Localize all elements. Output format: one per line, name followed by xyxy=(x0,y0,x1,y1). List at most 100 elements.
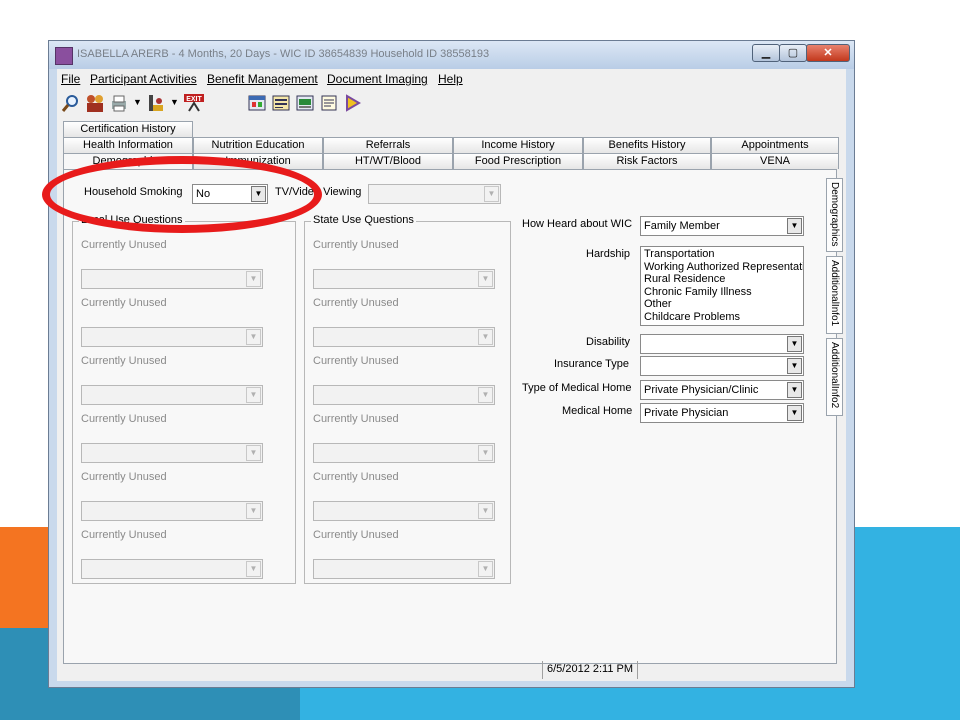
arrow-icon[interactable] xyxy=(343,93,363,113)
tab-appointments[interactable]: Appointments xyxy=(711,137,839,153)
chevron-down-icon[interactable]: ▼ xyxy=(246,329,261,345)
chevron-down-icon[interactable]: ▼ xyxy=(246,503,261,519)
scale-icon[interactable] xyxy=(145,93,165,113)
household-smoking-select[interactable]: No ▼ xyxy=(192,184,268,204)
medical-home-select[interactable]: Private Physician ▼ xyxy=(640,403,804,423)
hardship-option[interactable]: Transportation xyxy=(644,248,800,261)
status-bar: 6/5/2012 2:11 PM xyxy=(57,661,846,679)
tab-benefits-history[interactable]: Benefits History xyxy=(583,137,711,153)
exit-icon[interactable]: EXIT xyxy=(183,93,204,113)
tv-video-viewing-select[interactable]: ▼ xyxy=(368,184,501,204)
chevron-down-icon[interactable]: ▼ xyxy=(787,218,802,234)
medical-home-label: Medical Home xyxy=(562,405,633,417)
currently-unused-label: Currently Unused xyxy=(313,355,399,367)
tab-health-information[interactable]: Health Information xyxy=(63,137,193,153)
medical-home-value: Private Physician xyxy=(644,407,729,419)
chevron-down-icon[interactable]: ▼ xyxy=(484,186,499,202)
insurance-type-label: Insurance Type xyxy=(554,358,630,370)
currently-unused-label: Currently Unused xyxy=(81,471,167,483)
chevron-down-icon[interactable]: ▼ xyxy=(787,382,802,398)
menu-file[interactable]: File xyxy=(61,72,80,86)
hardship-option[interactable]: Childcare Problems xyxy=(644,311,800,324)
application-window: ISABELLA ARERB - 4 Months, 20 Days - WIC… xyxy=(48,40,855,688)
chevron-down-icon[interactable]: ▼ xyxy=(478,503,493,519)
chevron-down-icon[interactable]: ▼ xyxy=(478,271,493,287)
currently-unused-label: Currently Unused xyxy=(81,297,167,309)
tab-vena[interactable]: VENA xyxy=(711,153,839,169)
print-dropdown-arrow-icon[interactable]: ▼ xyxy=(133,97,142,107)
local-question-6-select[interactable]: ▼ xyxy=(81,559,263,579)
chevron-down-icon[interactable]: ▼ xyxy=(478,561,493,577)
chevron-down-icon[interactable]: ▼ xyxy=(251,186,266,202)
vtab-additionalinfo2[interactable]: AdditionalInfo2 xyxy=(826,338,843,416)
close-button[interactable]: ✕ xyxy=(806,44,850,62)
chevron-down-icon[interactable]: ▼ xyxy=(478,445,493,461)
search-icon[interactable] xyxy=(61,93,81,113)
tab-referrals[interactable]: Referrals xyxy=(323,137,453,153)
currently-unused-label: Currently Unused xyxy=(313,239,399,251)
notepad-icon[interactable] xyxy=(319,93,339,113)
vtab-additionalinfo1[interactable]: AdditionalInfo1 xyxy=(826,256,843,334)
family-icon[interactable] xyxy=(85,93,105,113)
state-question-5-select[interactable]: ▼ xyxy=(313,501,495,521)
chevron-down-icon[interactable]: ▼ xyxy=(246,271,261,287)
menu-help[interactable]: Help xyxy=(438,72,463,86)
state-question-1-select[interactable]: ▼ xyxy=(313,269,495,289)
vtab-demographics[interactable]: Demographics xyxy=(826,178,843,252)
form-icon[interactable] xyxy=(271,93,291,113)
chevron-down-icon[interactable]: ▼ xyxy=(787,336,802,352)
menu-participant-activities[interactable]: Participant Activities xyxy=(90,72,197,86)
state-question-2-select[interactable]: ▼ xyxy=(313,327,495,347)
disability-label: Disability xyxy=(586,336,631,348)
currently-unused-label: Currently Unused xyxy=(313,297,399,309)
maximize-button[interactable]: ▢ xyxy=(779,44,807,62)
chevron-down-icon[interactable]: ▼ xyxy=(787,358,802,374)
menu-document-imaging[interactable]: Document Imaging xyxy=(327,72,428,86)
state-question-6-select[interactable]: ▼ xyxy=(313,559,495,579)
print-icon[interactable] xyxy=(109,93,129,113)
window-icon[interactable] xyxy=(247,93,267,113)
hardship-option[interactable]: Other xyxy=(644,298,800,311)
hardship-option[interactable]: Working Authorized Representativ xyxy=(644,261,803,274)
menu-bar: File Participant Activities Benefit Mana… xyxy=(57,69,846,89)
hardship-option[interactable]: Chronic Family Illness xyxy=(644,286,800,299)
tab-ht-wt-blood[interactable]: HT/WT/Blood xyxy=(323,153,453,169)
hardship-listbox[interactable]: Transportation Working Authorized Repres… xyxy=(640,246,804,326)
how-heard-select[interactable]: Family Member ▼ xyxy=(640,216,804,236)
tab-nutrition-education[interactable]: Nutrition Education xyxy=(193,137,323,153)
tab-risk-factors[interactable]: Risk Factors xyxy=(583,153,711,169)
how-heard-label: How Heard about WIC xyxy=(522,218,633,230)
chevron-down-icon[interactable]: ▼ xyxy=(478,329,493,345)
chevron-down-icon[interactable]: ▼ xyxy=(246,387,261,403)
disability-select[interactable]: ▼ xyxy=(640,334,804,354)
tab-certification-history[interactable]: Certification History xyxy=(63,121,193,137)
scanner-icon[interactable] xyxy=(295,93,315,113)
insurance-type-select[interactable]: ▼ xyxy=(640,356,804,376)
currently-unused-label: Currently Unused xyxy=(81,355,167,367)
chevron-down-icon[interactable]: ▼ xyxy=(787,405,802,421)
chevron-down-icon[interactable]: ▼ xyxy=(478,387,493,403)
chevron-down-icon[interactable]: ▼ xyxy=(246,445,261,461)
local-question-5-select[interactable]: ▼ xyxy=(81,501,263,521)
tab-immunization[interactable]: Immunization xyxy=(193,153,323,169)
local-question-4-select[interactable]: ▼ xyxy=(81,443,263,463)
minimize-button[interactable]: ▁ xyxy=(752,44,780,62)
title-bar[interactable]: ISABELLA ARERB - 4 Months, 20 Days - WIC… xyxy=(49,41,854,69)
menu-benefit-management[interactable]: Benefit Management xyxy=(207,72,318,86)
state-question-4-select[interactable]: ▼ xyxy=(313,443,495,463)
status-cell-empty xyxy=(57,661,542,679)
medical-home-type-select[interactable]: Private Physician/Clinic ▼ xyxy=(640,380,804,400)
local-question-3-select[interactable]: ▼ xyxy=(81,385,263,405)
currently-unused-label: Currently Unused xyxy=(81,529,167,541)
tab-food-prescription[interactable]: Food Prescription xyxy=(453,153,583,169)
how-heard-value: Family Member xyxy=(644,220,720,232)
hardship-label: Hardship xyxy=(586,248,631,260)
local-use-questions-title: Local Use Questions xyxy=(79,214,185,226)
chevron-down-icon[interactable]: ▼ xyxy=(246,561,261,577)
state-question-3-select[interactable]: ▼ xyxy=(313,385,495,405)
hardship-option[interactable]: Rural Residence xyxy=(644,273,800,286)
scale-dropdown-arrow-icon[interactable]: ▼ xyxy=(170,97,179,107)
tab-income-history[interactable]: Income History xyxy=(453,137,583,153)
local-question-1-select[interactable]: ▼ xyxy=(81,269,263,289)
local-question-2-select[interactable]: ▼ xyxy=(81,327,263,347)
